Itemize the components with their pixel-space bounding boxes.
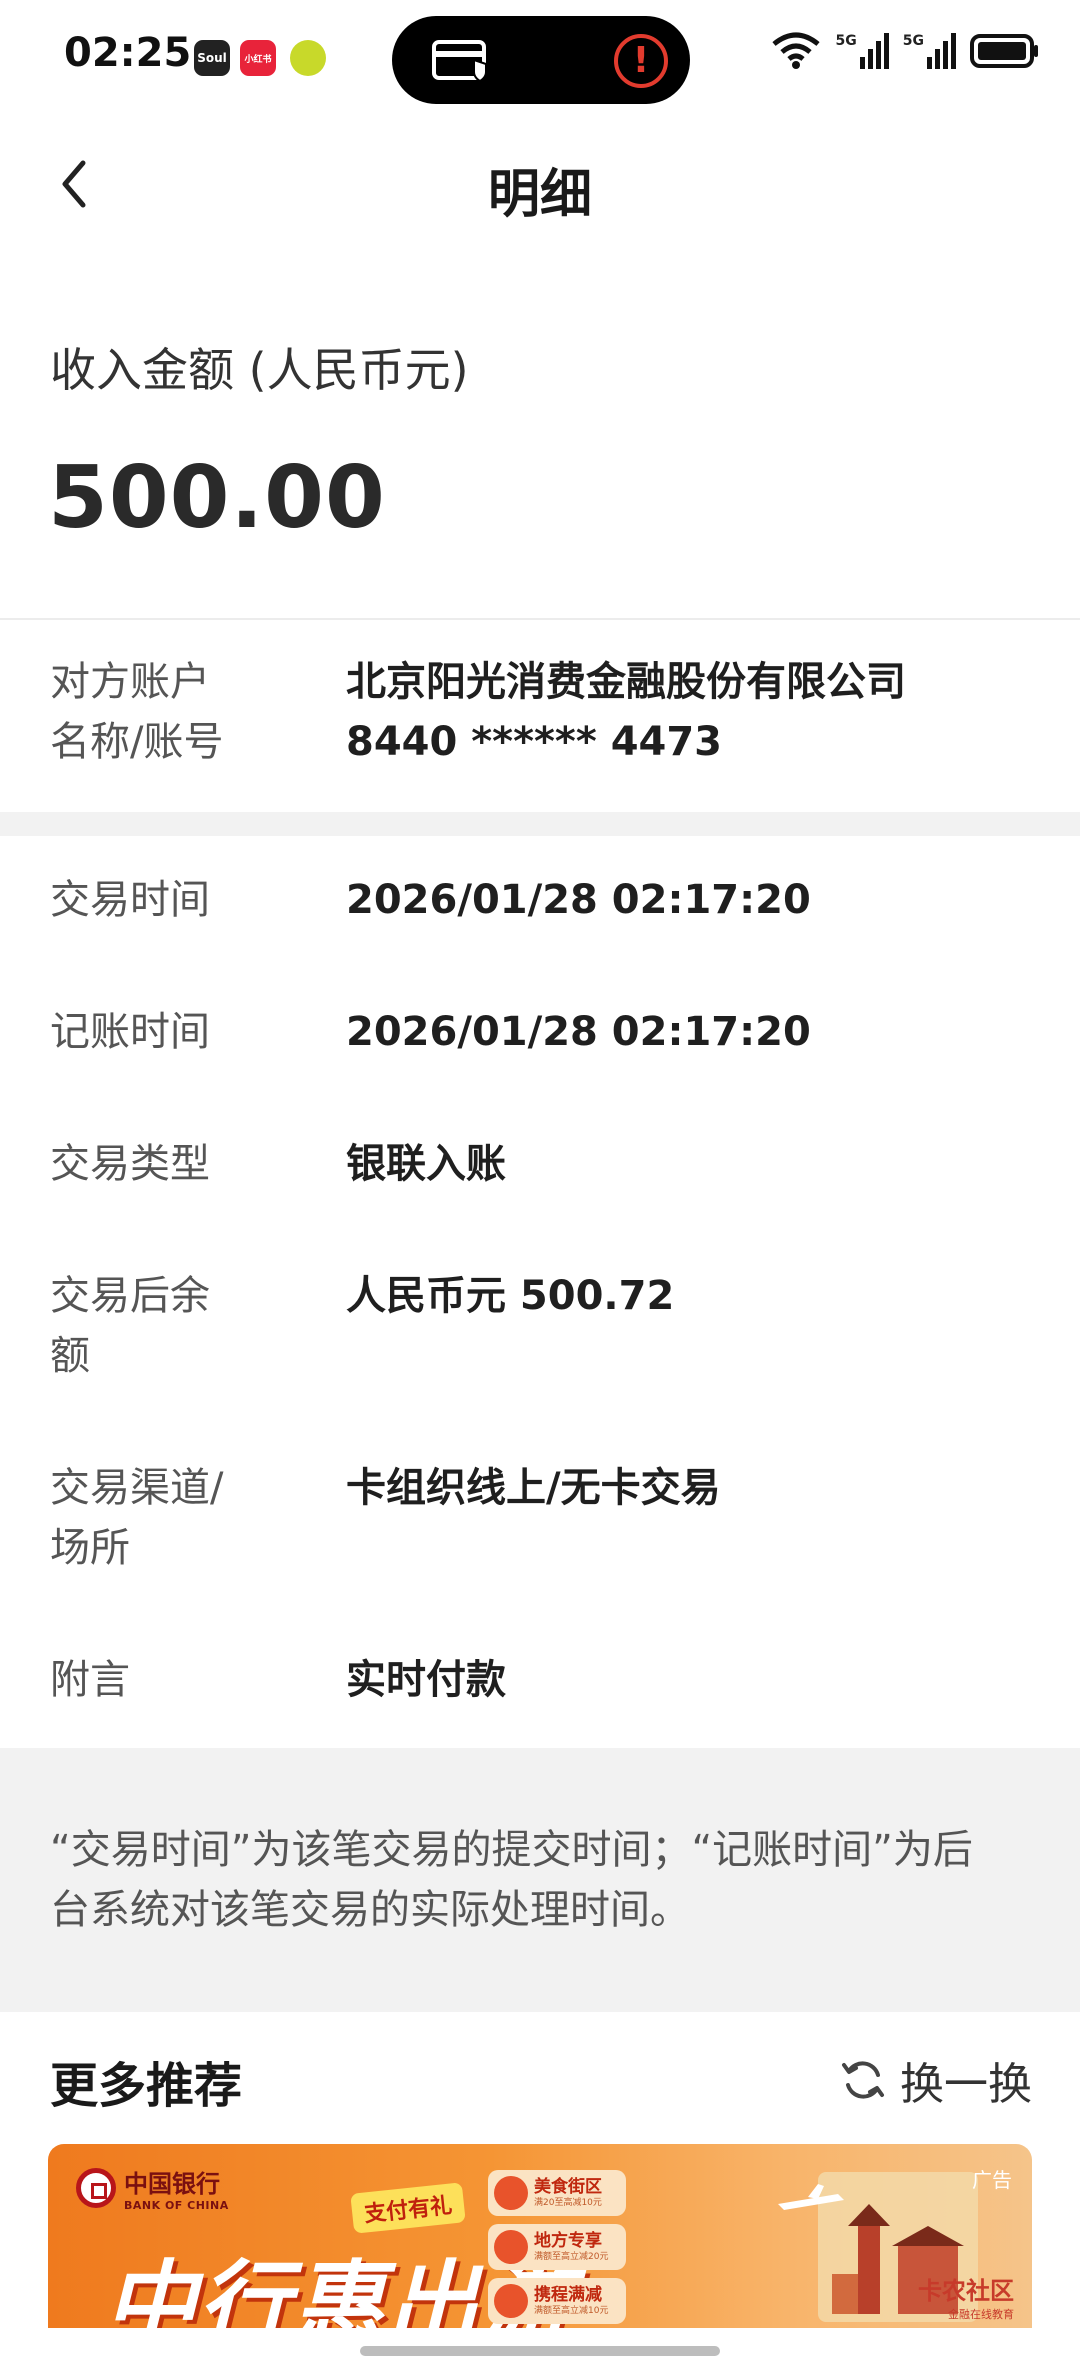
note-text: “交易时间”为该笔交易的提交时间；“记账时间”为后台系统对该笔交易的实际处理时间…	[50, 1827, 973, 1933]
dynamic-island[interactable]: !	[392, 16, 690, 104]
swap-label: 换一换	[900, 2059, 1032, 2110]
ad-banner[interactable]: 中国银行 BANK OF CHINA 支付有礼 中行惠出游 美食街区 满20至高…	[48, 2144, 1032, 2328]
detail-value: 银联入账	[346, 1141, 506, 1187]
detail-value: 卡组织线上/无卡交易	[346, 1465, 721, 1511]
bank-of-china-mark-icon	[76, 2168, 116, 2208]
detail-key: 交易类型	[50, 1141, 210, 1187]
bank-name-cn: 中国银行	[124, 2169, 220, 2198]
status-bar: 02:25 Soul 小红书 ! 5G 5G	[0, 0, 1080, 112]
divider	[0, 618, 1080, 620]
food-icon	[494, 2176, 528, 2210]
location-icon	[494, 2230, 528, 2264]
offer-title: 携程满减	[534, 2285, 602, 2305]
system-icons: 5G 5G	[770, 32, 1040, 70]
amount-value: 500.00	[48, 448, 386, 548]
offer-title: 美食街区	[534, 2177, 602, 2197]
counterparty-value: 北京阳光消费金融股份有限公司 8440 ****** 4473	[346, 652, 1046, 772]
counterparty-key-line1: 对方账户	[50, 659, 210, 705]
detail-key: 交易时间	[50, 877, 210, 923]
detail-key: 交易后余额	[50, 1273, 210, 1379]
bank-name-en: BANK OF CHINA	[124, 2199, 229, 2212]
watermark: 卡农社区 金融在线教育	[918, 2271, 1014, 2322]
offer-sub: 满额至高立减10元	[534, 2306, 609, 2316]
offer-item[interactable]: 地方专享 满额至高立减20元	[488, 2224, 626, 2270]
counterparty-key: 对方账户 名称/账号	[50, 652, 250, 772]
xiaohongshu-app-icon: 小红书	[240, 40, 276, 76]
section-separator	[0, 812, 1080, 836]
bank-of-china-logo: 中国银行 BANK OF CHINA	[76, 2164, 229, 2212]
signal-5g-icon-2: 5G	[903, 33, 956, 69]
detail-key: 附言	[50, 1657, 130, 1703]
counterparty-row: 对方账户 名称/账号 北京阳光消费金融股份有限公司 8440 ****** 44…	[0, 652, 1080, 782]
watermark-sub: 金融在线教育	[948, 2308, 1014, 2321]
alert-icon: !	[614, 34, 668, 88]
status-time: 02:25	[64, 30, 192, 76]
refresh-icon	[842, 2061, 884, 2099]
recommend-title: 更多推荐	[50, 2058, 243, 2114]
battery-icon	[970, 34, 1038, 68]
luggage-icon	[494, 2284, 528, 2318]
offer-item[interactable]: 美食街区 满20至高减10元	[488, 2170, 626, 2216]
music-app-icon	[290, 40, 326, 76]
note-panel: “交易时间”为该笔交易的提交时间；“记账时间”为后台系统对该笔交易的实际处理时间…	[0, 1748, 1080, 2012]
counterparty-key-line2: 名称/账号	[50, 719, 224, 765]
detail-key: 交易渠道/场所	[50, 1465, 224, 1571]
signal-5g-icon-1: 5G	[836, 33, 889, 69]
offer-item[interactable]: 携程满减 满额至高立减10元	[488, 2278, 626, 2324]
wifi-icon	[771, 32, 820, 69]
swap-button[interactable]: 换一换	[840, 2048, 1032, 2112]
detail-value: 2026/01/28 02:17:20	[346, 1009, 811, 1055]
amount-label: 收入金额 (人民币元)	[50, 343, 469, 397]
soul-app-icon: Soul	[194, 40, 230, 76]
offer-sub: 满额至高立减20元	[534, 2252, 609, 2262]
detail-value: 人民币元 500.72	[346, 1273, 675, 1319]
detail-value: 2026/01/28 02:17:20	[346, 877, 811, 923]
card-shield-icon	[432, 40, 487, 82]
offer-sub: 满20至高减10元	[534, 2198, 602, 2208]
offer-title: 地方专享	[534, 2231, 602, 2251]
page-title: 明细	[487, 165, 592, 225]
watermark-title: 卡农社区	[918, 2277, 1014, 2305]
promo-pill: 支付有礼	[350, 2182, 466, 2234]
detail-key: 记账时间	[50, 1009, 210, 1055]
counterparty-account: 8440 ****** 4473	[346, 719, 723, 765]
counterparty-name: 北京阳光消费金融股份有限公司	[346, 659, 906, 705]
ad-tag: 广告	[972, 2168, 1012, 2192]
nav-bar: 明细	[0, 112, 1080, 258]
detail-value: 实时付款	[346, 1657, 506, 1703]
home-indicator[interactable]	[360, 2346, 720, 2356]
